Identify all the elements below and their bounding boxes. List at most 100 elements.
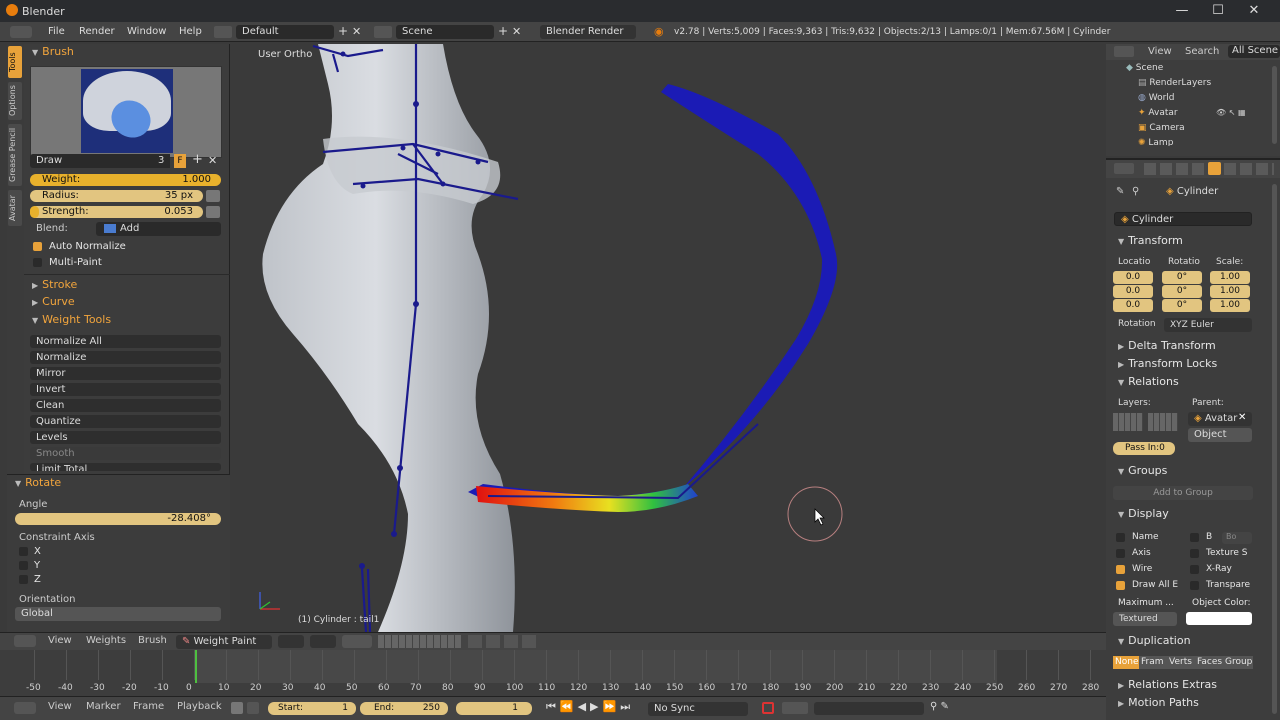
timeline-view-menu[interactable]: View bbox=[48, 701, 72, 712]
rotation-y[interactable]: 0° bbox=[1162, 285, 1202, 298]
timeline-editor-icon[interactable] bbox=[14, 702, 36, 714]
viewport-shading-button[interactable] bbox=[278, 635, 304, 648]
normalize-button[interactable]: Normalize bbox=[30, 351, 221, 364]
quantize-button[interactable]: Quantize bbox=[30, 415, 221, 428]
menu-file[interactable]: File bbox=[48, 26, 65, 37]
duplication-group-option[interactable]: Group bbox=[1223, 656, 1253, 669]
outliner-item-avatar[interactable]: ✦ Avatar bbox=[1138, 108, 1178, 118]
location-y[interactable]: 0.0 bbox=[1113, 285, 1153, 298]
pin-icon[interactable]: ✎ bbox=[1116, 186, 1124, 197]
orientation-selector[interactable]: Global bbox=[15, 607, 221, 621]
remove-scene-button[interactable]: ✕ bbox=[512, 25, 521, 38]
blend-selector[interactable]: Add bbox=[96, 222, 221, 236]
weight-slider[interactable]: Weight: 1.000 bbox=[30, 174, 221, 186]
mask-buttons[interactable] bbox=[342, 635, 372, 648]
outliner-item-scene[interactable]: ◆ Scene bbox=[1126, 63, 1163, 73]
start-frame-field[interactable]: Start: 1 bbox=[268, 702, 356, 715]
remove-layout-button[interactable]: ✕ bbox=[352, 25, 361, 38]
layers-grid[interactable] bbox=[1113, 413, 1143, 431]
levels-button[interactable]: Levels bbox=[30, 431, 221, 444]
pivot-point-button[interactable] bbox=[310, 635, 336, 648]
preview-range-button[interactable] bbox=[231, 702, 243, 714]
duplication-frames-option[interactable]: Fram bbox=[1139, 656, 1167, 669]
remove-brush-button[interactable]: ✕ bbox=[208, 154, 217, 167]
rotation-mode-selector[interactable]: XYZ Euler bbox=[1164, 318, 1252, 332]
keying-set-field[interactable] bbox=[814, 702, 924, 715]
transform-section-header[interactable]: ▼ Transform bbox=[1118, 234, 1183, 247]
outliner-editor-icon[interactable] bbox=[1114, 46, 1134, 57]
layers-grid-2[interactable] bbox=[1148, 413, 1178, 431]
add-brush-button[interactable]: + bbox=[192, 152, 203, 167]
layout-selector[interactable]: Default bbox=[236, 25, 334, 39]
scale-x[interactable]: 1.00 bbox=[1210, 271, 1250, 284]
brush-name-field[interactable]: Draw bbox=[30, 154, 154, 168]
duplication-faces-option[interactable]: Faces bbox=[1195, 656, 1223, 669]
display-transparency-checkbox[interactable] bbox=[1190, 581, 1199, 590]
radius-pressure-icon[interactable] bbox=[206, 190, 220, 202]
delta-transform-section-header[interactable]: ▶ Delta Transform bbox=[1118, 339, 1216, 352]
display-xray-checkbox[interactable] bbox=[1190, 565, 1199, 574]
scale-z[interactable]: 1.00 bbox=[1210, 299, 1250, 312]
outliner-item-world[interactable]: ◍ World bbox=[1138, 93, 1175, 103]
render-engine-selector[interactable]: Blender Render bbox=[540, 25, 636, 39]
multi-paint-checkbox[interactable] bbox=[33, 258, 42, 267]
motion-paths-section-header[interactable]: ▶ Motion Paths bbox=[1118, 696, 1199, 709]
clean-button[interactable]: Clean bbox=[30, 399, 221, 412]
display-texture-space-checkbox[interactable] bbox=[1190, 549, 1199, 558]
outliner-item-lamp[interactable]: ✺ Lamp bbox=[1138, 138, 1173, 146]
view-menu[interactable]: View bbox=[48, 635, 72, 646]
rotate-panel-header[interactable]: ▼ Rotate bbox=[15, 476, 61, 489]
scene-icon[interactable] bbox=[374, 26, 392, 38]
location-z[interactable]: 0.0 bbox=[1113, 299, 1153, 312]
header-extra-buttons[interactable] bbox=[468, 635, 538, 648]
marker-menu[interactable]: Marker bbox=[86, 701, 121, 712]
add-scene-button[interactable]: + bbox=[498, 24, 508, 38]
end-frame-field[interactable]: End: 250 bbox=[360, 702, 448, 715]
outliner-scrollbar[interactable] bbox=[1272, 66, 1277, 144]
smooth-button[interactable]: Smooth bbox=[30, 447, 221, 460]
strength-slider[interactable]: Strength: 0.053 bbox=[30, 206, 203, 218]
outliner-search-menu[interactable]: Search bbox=[1185, 46, 1219, 57]
duplication-section-header[interactable]: ▼ Duplication bbox=[1118, 634, 1191, 647]
auto-normalize-checkbox[interactable] bbox=[33, 242, 42, 251]
display-bounds-checkbox[interactable] bbox=[1190, 533, 1199, 542]
rotation-z[interactable]: 0° bbox=[1162, 299, 1202, 312]
menu-help[interactable]: Help bbox=[179, 26, 202, 37]
lock-range-icon[interactable] bbox=[247, 702, 259, 714]
axis-y-checkbox[interactable] bbox=[19, 561, 28, 570]
display-axis-checkbox[interactable] bbox=[1116, 549, 1125, 558]
maximize-button[interactable]: ☐ bbox=[1200, 0, 1236, 22]
minimize-button[interactable]: — bbox=[1164, 0, 1200, 22]
outliner-item-camera[interactable]: ▣ Camera bbox=[1138, 123, 1185, 133]
record-button[interactable] bbox=[762, 702, 774, 714]
frame-menu[interactable]: Frame bbox=[133, 701, 164, 712]
axis-z-checkbox[interactable] bbox=[19, 575, 28, 584]
brush-users[interactable]: 3 bbox=[154, 154, 170, 168]
add-to-group-button[interactable]: Add to Group bbox=[1113, 486, 1253, 500]
strength-pressure-icon[interactable] bbox=[206, 206, 220, 218]
keying-set-button[interactable] bbox=[782, 702, 808, 714]
tab-avatar[interactable]: Avatar bbox=[8, 190, 22, 226]
invert-button[interactable]: Invert bbox=[30, 383, 221, 396]
scale-y[interactable]: 1.00 bbox=[1210, 285, 1250, 298]
object-tab-icon[interactable] bbox=[1208, 162, 1221, 175]
visibility-eye-icon[interactable]: 👁 ↖ ▦ bbox=[1216, 108, 1246, 117]
object-color-swatch[interactable] bbox=[1186, 612, 1252, 625]
tab-options[interactable]: Options bbox=[8, 82, 22, 120]
relations-extras-section-header[interactable]: ▶ Relations Extras bbox=[1118, 678, 1217, 691]
playback-menu[interactable]: Playback bbox=[177, 701, 222, 712]
normalize-all-button[interactable]: Normalize All bbox=[30, 335, 221, 348]
maximum-draw-type-selector[interactable]: Textured bbox=[1113, 612, 1177, 626]
groups-section-header[interactable]: ▼ Groups bbox=[1118, 464, 1167, 477]
mirror-button[interactable]: Mirror bbox=[30, 367, 221, 380]
location-x[interactable]: 0.0 bbox=[1113, 271, 1153, 284]
sync-mode-selector[interactable]: No Sync bbox=[648, 702, 748, 716]
pass-index-field[interactable]: Pass In:0 bbox=[1113, 442, 1175, 455]
layer-buttons[interactable] bbox=[378, 635, 462, 648]
outliner-display-mode[interactable]: All Scene bbox=[1228, 45, 1280, 58]
outliner-view-menu[interactable]: View bbox=[1148, 46, 1172, 57]
parent-type-selector[interactable]: Object bbox=[1188, 428, 1252, 442]
brush-preview[interactable] bbox=[30, 66, 222, 158]
bounds-type-selector[interactable]: Bo bbox=[1222, 532, 1252, 544]
display-name-checkbox[interactable] bbox=[1116, 533, 1125, 542]
